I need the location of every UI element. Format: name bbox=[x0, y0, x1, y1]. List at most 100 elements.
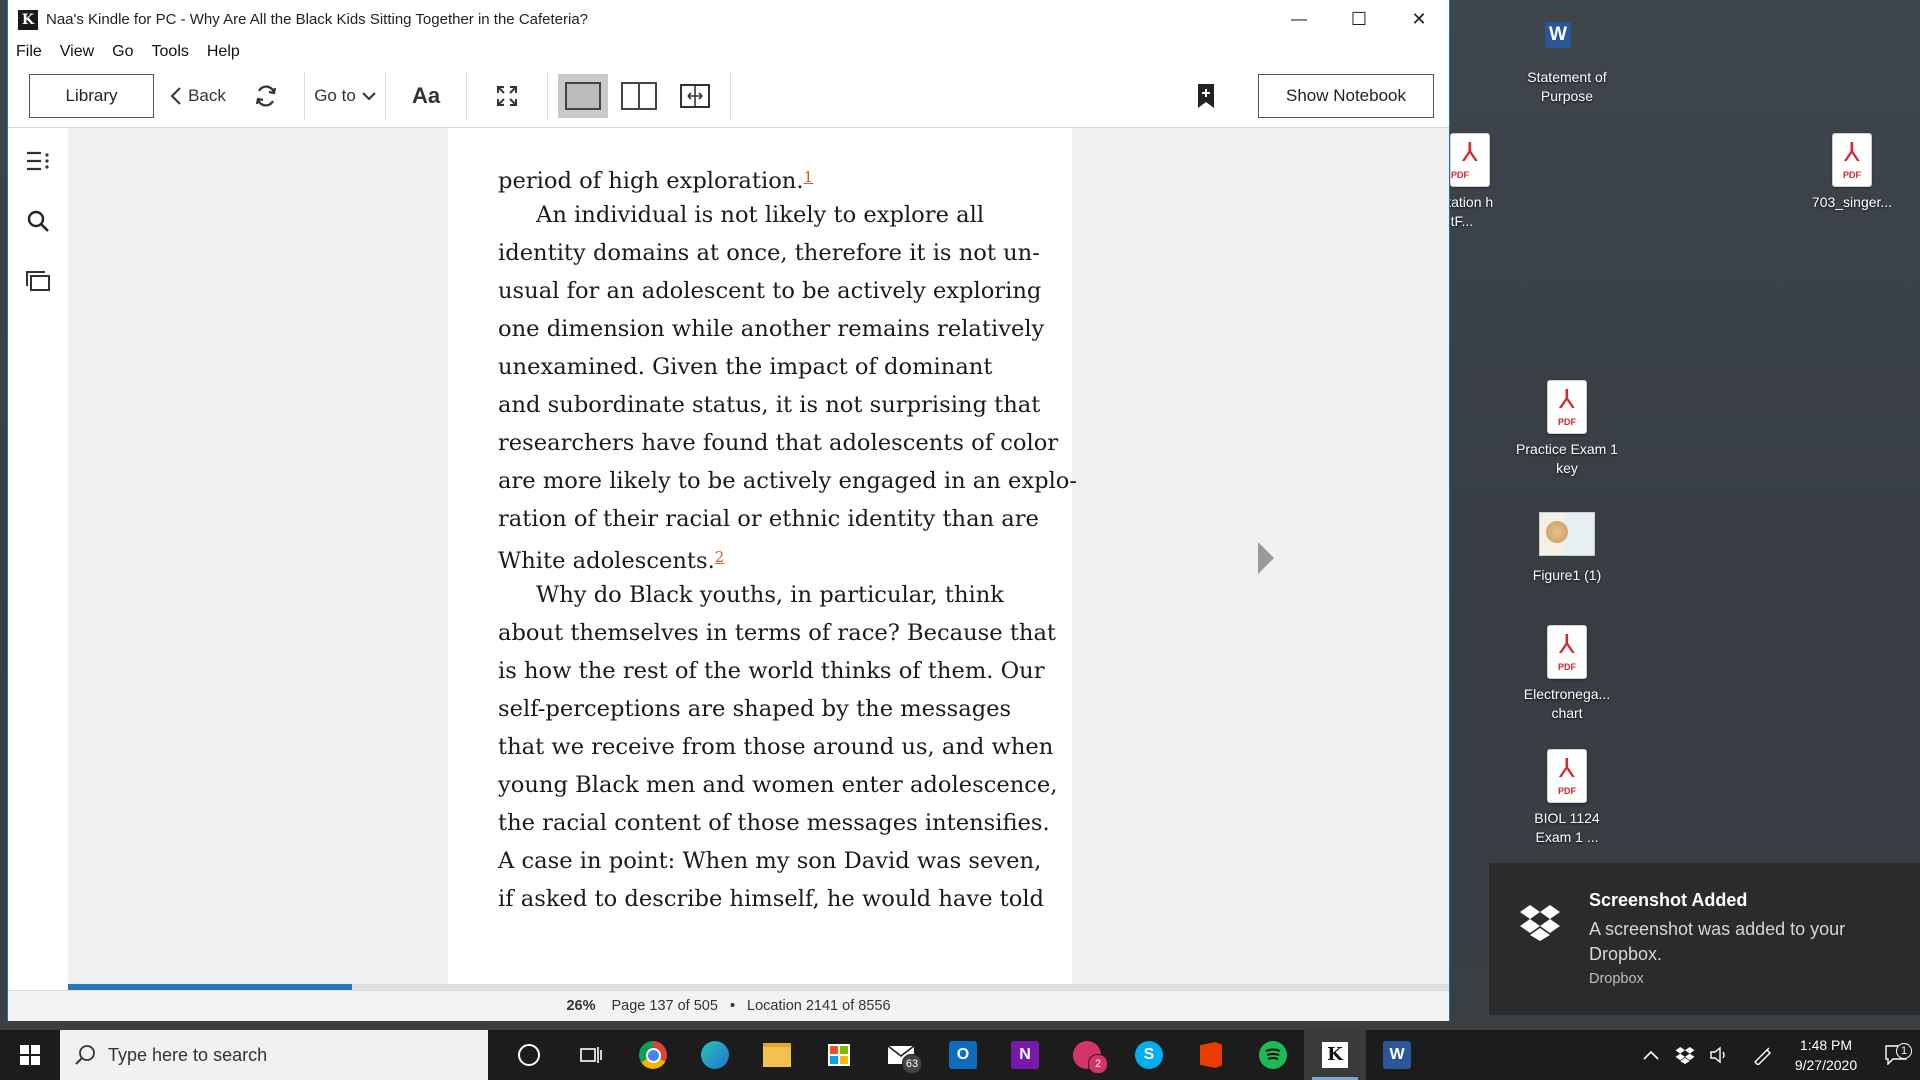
taskbar-edge[interactable] bbox=[684, 1030, 746, 1080]
text-line: if asked to describe himself, he would h… bbox=[498, 880, 1044, 918]
menu-go[interactable]: Go bbox=[112, 43, 133, 61]
taskbar-outlook[interactable]: O bbox=[932, 1030, 994, 1080]
taskbar-chrome[interactable] bbox=[622, 1030, 684, 1080]
two-column-view-button[interactable] bbox=[614, 82, 664, 110]
sync-button[interactable] bbox=[246, 84, 286, 108]
menu-help[interactable]: Help bbox=[207, 43, 240, 61]
toolbar-divider bbox=[547, 72, 548, 120]
reading-area: period of high exploration.1 An individua… bbox=[8, 128, 1449, 986]
cortana-button[interactable] bbox=[498, 1030, 560, 1080]
dropbox-notification[interactable]: Screenshot Added A screenshot was added … bbox=[1489, 863, 1920, 1015]
taskbar-file-explorer[interactable] bbox=[746, 1030, 808, 1080]
taskbar-search-box[interactable]: Type here to search bbox=[60, 1030, 488, 1080]
maximize-button[interactable]: ☐ bbox=[1329, 0, 1389, 39]
desktop-icon-biol-exam[interactable]: ⅄ PDF BIOL 1124 Exam 1 ... bbox=[1515, 749, 1619, 847]
menu-tools[interactable]: Tools bbox=[152, 43, 189, 61]
folder-icon bbox=[763, 1043, 791, 1067]
desktop-icon-figure1[interactable]: Figure1 (1) bbox=[1515, 512, 1619, 585]
pdf-file-icon: ⅄ PDF bbox=[1547, 625, 1587, 679]
desktop-icon-practice-exam[interactable]: ⅄ PDF Practice Exam 1 key bbox=[1515, 380, 1619, 478]
close-button[interactable]: ✕ bbox=[1389, 0, 1449, 39]
desktop-icon-703-singer[interactable]: ⅄ PDF 703_singer... bbox=[1800, 133, 1904, 212]
fullscreen-button[interactable] bbox=[467, 84, 547, 108]
text-line: Why do Black youths, in particular, thin… bbox=[498, 576, 1038, 614]
taskbar-word[interactable]: W bbox=[1366, 1030, 1428, 1080]
font-settings-button[interactable]: Aa bbox=[386, 83, 466, 109]
desktop-icon-label: Statement of Purpose bbox=[1527, 69, 1607, 104]
taskbar-office[interactable] bbox=[1180, 1030, 1242, 1080]
search-button[interactable] bbox=[8, 191, 68, 251]
taskbar-kindle[interactable]: K bbox=[1304, 1030, 1366, 1080]
notification-count: 1 bbox=[1896, 1043, 1912, 1059]
add-bookmark-button[interactable] bbox=[1191, 81, 1221, 111]
line-text: A case in point: When my son David was s… bbox=[498, 848, 1042, 874]
text-line: White adolescents.2 bbox=[498, 538, 1038, 576]
minimize-button[interactable]: — bbox=[1269, 0, 1329, 39]
pen-workspace-button[interactable] bbox=[1746, 1045, 1780, 1065]
chrome-icon bbox=[639, 1041, 667, 1069]
line-text: self-perceptions are shaped by the messa… bbox=[498, 696, 1012, 722]
clock[interactable]: 1:48 PM 9/27/2020 bbox=[1780, 1035, 1872, 1075]
footnote-link[interactable]: 2 bbox=[715, 548, 725, 566]
next-page-arrow-icon[interactable] bbox=[1258, 542, 1274, 574]
cortana-icon bbox=[518, 1044, 540, 1066]
pen-icon bbox=[1754, 1047, 1771, 1065]
line-text: one dimension while another remains rela… bbox=[498, 316, 1045, 342]
system-tray: 1:48 PM 9/27/2020 1 bbox=[1634, 1030, 1920, 1080]
goto-label: Go to bbox=[314, 86, 356, 105]
desktop-icon-electronegativity[interactable]: ⅄ PDF Electronega... chart bbox=[1515, 625, 1619, 723]
line-text: if asked to describe himself, he would h… bbox=[498, 886, 1045, 912]
taskbar-skype[interactable]: S bbox=[1118, 1030, 1180, 1080]
desktop-icon-label: BIOL 1124 Exam 1 ... bbox=[1534, 810, 1600, 845]
toolbar-divider bbox=[730, 72, 731, 120]
goto-button[interactable]: Go to bbox=[305, 86, 385, 106]
text-line: usual for an adolescent to be actively e… bbox=[498, 272, 1041, 310]
table-of-contents-button[interactable] bbox=[8, 131, 68, 191]
flashcards-button[interactable] bbox=[8, 251, 68, 311]
text-line: young Black men and women enter adolesce… bbox=[498, 766, 1057, 804]
menu-file[interactable]: File bbox=[16, 43, 42, 61]
desktop-icon-statement-of-purpose[interactable]: W Statement of Purpose bbox=[1515, 10, 1619, 106]
book-page[interactable]: period of high exploration.1 An individua… bbox=[448, 128, 1077, 986]
taskbar-mail[interactable]: 63 bbox=[870, 1030, 932, 1080]
chevron-left-icon bbox=[170, 87, 181, 105]
text-line: A case in point: When my son David was s… bbox=[498, 842, 1042, 880]
search-icon bbox=[27, 210, 49, 232]
full-width-icon bbox=[680, 84, 710, 108]
full-width-view-button[interactable] bbox=[670, 84, 720, 108]
footnote-link[interactable]: 1 bbox=[804, 168, 814, 186]
text-line: identity domains at once, therefore it i… bbox=[498, 234, 1040, 272]
window-title: Naa's Kindle for PC - Why Are All the Bl… bbox=[46, 11, 589, 28]
text-line: period of high exploration.1 bbox=[498, 158, 1038, 196]
task-view-button[interactable] bbox=[560, 1030, 622, 1080]
taskbar-store[interactable] bbox=[808, 1030, 870, 1080]
onenote-icon: N bbox=[1011, 1041, 1039, 1069]
taskbar-spotify[interactable] bbox=[1242, 1030, 1304, 1080]
volume-button[interactable] bbox=[1702, 1046, 1736, 1064]
text-line: and subordinate status, it is not surpri… bbox=[498, 386, 1040, 424]
title-bar[interactable]: K Naa's Kindle for PC - Why Are All the … bbox=[8, 0, 1449, 39]
show-notebook-button[interactable]: Show Notebook bbox=[1258, 74, 1434, 118]
line-text: White adolescents. bbox=[498, 548, 715, 574]
progress-percent: 26% bbox=[566, 998, 596, 1014]
taskbar-onenote[interactable]: N bbox=[994, 1030, 1056, 1080]
toc-icon bbox=[27, 151, 49, 171]
start-button[interactable] bbox=[0, 1030, 60, 1080]
pdf-file-icon: ⅄ PDF bbox=[1547, 749, 1587, 803]
toolbar: Library Back Go to Aa Show Notebook bbox=[8, 65, 1449, 128]
back-button[interactable]: Back bbox=[168, 86, 228, 106]
show-hidden-icons-button[interactable] bbox=[1634, 1050, 1668, 1060]
taskbar-teams[interactable]: 2 bbox=[1056, 1030, 1118, 1080]
dropbox-tray-button[interactable] bbox=[1668, 1046, 1702, 1064]
menu-view[interactable]: View bbox=[60, 43, 94, 61]
location-indicator: Location 2141 of 8556 bbox=[747, 998, 891, 1014]
notification-title: Screenshot Added bbox=[1589, 890, 1748, 910]
single-column-view-button[interactable] bbox=[558, 74, 608, 118]
search-icon bbox=[75, 1045, 95, 1065]
speaker-icon bbox=[1710, 1046, 1725, 1064]
action-center-button[interactable]: 1 bbox=[1872, 1043, 1920, 1065]
library-button[interactable]: Library bbox=[29, 74, 154, 118]
word-icon: W bbox=[1383, 1041, 1411, 1069]
desktop-icon-label: Electronega... chart bbox=[1523, 686, 1611, 721]
skype-icon: S bbox=[1135, 1041, 1163, 1069]
